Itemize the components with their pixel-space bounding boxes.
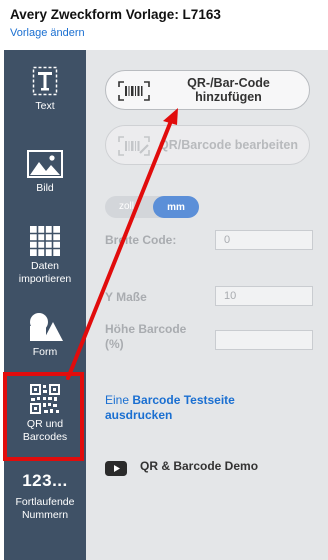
sidebar-item-label: QR und Barcodes: [22, 418, 68, 443]
sidebar: Text Bild Daten importieren Form QR und …: [4, 50, 86, 560]
demo-label: QR & Barcode Demo: [140, 459, 259, 473]
y-dimension-input[interactable]: [215, 286, 313, 306]
add-qr-barcode-label: QR-/Bar-Code hinzufügen: [187, 76, 270, 104]
barcode-height-input[interactable]: [215, 330, 313, 350]
sidebar-item-label: Fortlaufende Nummern: [15, 496, 75, 521]
sidebar-item-label: Text: [35, 100, 55, 112]
code-width-input[interactable]: [215, 230, 313, 250]
edit-qr-barcode-button[interactable]: QR/Barcode bearbeiten: [105, 125, 310, 165]
edit-qr-barcode-label: QR/Barcode bearbeiten: [159, 138, 298, 152]
sidebar-item-numbering[interactable]: 123... Fortlaufende Nummern: [4, 470, 86, 522]
shapes-icon: [30, 313, 63, 341]
qr-code-icon: [30, 384, 60, 414]
unit-option-mm[interactable]: mm: [153, 196, 199, 218]
barcode-height-label: Höhe Barcode (%): [105, 322, 187, 351]
link-prefix: Eine: [105, 393, 133, 407]
sidebar-item-shape[interactable]: Form: [4, 312, 86, 359]
sidebar-item-text[interactable]: Text: [4, 66, 86, 113]
image-icon: [27, 150, 63, 178]
sidebar-item-import-data[interactable]: Daten importieren: [4, 226, 86, 286]
print-test-page-link[interactable]: Eine Barcode Testseite ausdrucken: [105, 393, 305, 423]
unit-toggle[interactable]: zoll mm: [105, 196, 199, 218]
change-template-link[interactable]: Vorlage ändern: [10, 27, 85, 39]
sidebar-item-qr-barcodes[interactable]: QR und Barcodes: [4, 384, 86, 444]
y-dimension-label: Y Maße: [105, 290, 147, 304]
add-qr-barcode-button[interactable]: QR-/Bar-Code hinzufügen: [105, 70, 310, 110]
text-icon: [32, 66, 58, 96]
sidebar-item-label: Daten importieren: [18, 260, 72, 285]
sidebar-item-image[interactable]: Bild: [4, 150, 86, 195]
table-icon: [30, 226, 60, 256]
link-suffix: ausdrucken: [105, 408, 173, 422]
unit-option-zoll[interactable]: zoll: [119, 201, 134, 212]
sidebar-item-label: Bild: [36, 182, 54, 194]
barcode-edit-icon: [118, 136, 150, 156]
header: Avery Zweckform Vorlage: L7163 Vorlage ä…: [0, 0, 328, 48]
numbering-icon: 123...: [22, 471, 68, 490]
play-video-icon: [105, 461, 127, 476]
barcode-panel: QR-/Bar-Code hinzufügen QR/Barcode bearb…: [86, 50, 328, 560]
link-emphasis: Barcode Testseite: [132, 393, 235, 407]
page-title: Avery Zweckform Vorlage: L7163: [10, 7, 221, 22]
code-width-label: Breite Code:: [105, 233, 177, 247]
barcode-icon: [118, 81, 150, 101]
sidebar-item-label: Form: [32, 346, 58, 358]
